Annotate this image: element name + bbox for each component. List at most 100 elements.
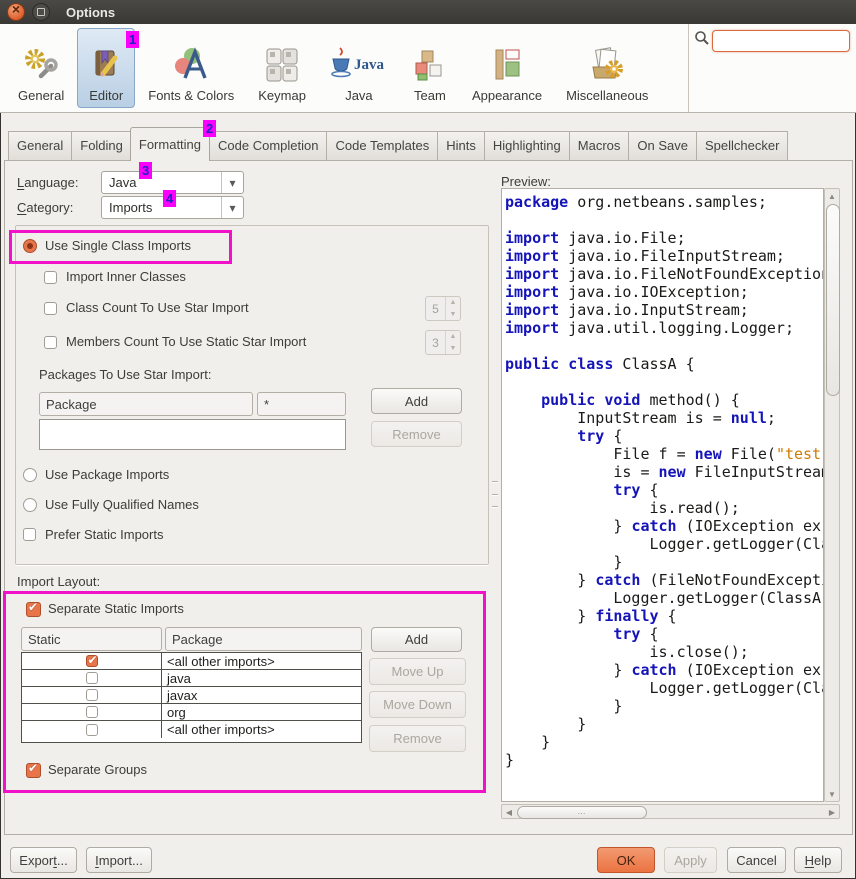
svg-text:Java: Java [354, 57, 385, 73]
table-row[interactable]: <all other imports> [22, 721, 361, 738]
tab-spellchecker[interactable]: Spellchecker [696, 131, 788, 161]
use-single-class-imports-radio[interactable] [23, 239, 37, 253]
remove-button[interactable]: Remove [369, 725, 466, 752]
move-up-button[interactable]: Move Up [369, 658, 466, 685]
scroll-down-icon[interactable]: ▼ [825, 787, 839, 801]
window-close-icon[interactable] [7, 3, 25, 21]
static-checkbox[interactable] [86, 724, 98, 736]
tab-on-save[interactable]: On Save [628, 131, 696, 161]
toolbar-item-fonts-colors[interactable]: Fonts & Colors [137, 28, 245, 108]
code-line: } finally { [505, 607, 823, 625]
search-input[interactable] [712, 30, 850, 52]
table-row[interactable]: java [22, 670, 361, 687]
chevron-down-icon[interactable] [221, 172, 243, 193]
formatting-panel: Language: Java Category: Imports Use Sin… [4, 160, 853, 835]
move-down-button[interactable]: Move Down [369, 691, 466, 718]
members-count-label: Members Count To Use Static Star Import [66, 334, 306, 349]
use-package-imports-radio[interactable] [23, 468, 37, 482]
toolbar-item-general[interactable]: General [7, 28, 75, 108]
prefer-static-imports-label: Prefer Static Imports [45, 527, 163, 542]
horizontal-scrollbar-thumb[interactable]: ⋯ [517, 806, 647, 819]
static-checkbox[interactable] [86, 655, 98, 667]
tab-highlighting[interactable]: Highlighting [484, 131, 569, 161]
appearance-layout-icon [489, 45, 525, 85]
import-inner-classes-checkbox[interactable] [44, 271, 57, 284]
scroll-right-icon[interactable]: ▶ [825, 805, 839, 819]
tab-code-completion[interactable]: Code Completion [209, 131, 326, 161]
package-cell: org [163, 704, 361, 720]
packages-add-button[interactable]: Add [371, 388, 462, 414]
code-line: import java.io.FileNotFoundException; [505, 265, 823, 283]
package-column-header[interactable]: Package [39, 392, 253, 416]
scroll-up-icon[interactable]: ▲ [825, 189, 839, 203]
scroll-left-icon[interactable]: ◀ [502, 805, 516, 819]
toolbar-item-appearance[interactable]: Appearance [461, 28, 553, 108]
cancel-button[interactable]: Cancel [727, 847, 786, 873]
tab-hints[interactable]: Hints [437, 131, 484, 161]
toolbar-item-java[interactable]: JavaJava [319, 28, 399, 108]
static-checkbox[interactable] [86, 672, 98, 684]
code-line: import java.io.File; [505, 229, 823, 247]
tab-row: GeneralFoldingFormattingCode CompletionC… [8, 127, 788, 161]
static-checkbox[interactable] [86, 706, 98, 718]
export-button[interactable]: Export... [10, 847, 77, 873]
vertical-scrollbar-thumb[interactable] [826, 204, 840, 396]
ok-button[interactable]: OK [597, 847, 655, 873]
preview-code-editor[interactable]: package org.netbeans.samples;import java… [501, 188, 824, 802]
toolbar-item-label: General [18, 88, 64, 103]
class-count-checkbox[interactable] [44, 302, 57, 315]
packages-list[interactable] [39, 419, 346, 450]
chevron-down-icon[interactable] [221, 197, 243, 218]
spinner-up-icon[interactable]: ▲ [446, 297, 460, 309]
code-line [505, 211, 823, 229]
code-line: import java.io.InputStream; [505, 301, 823, 319]
tab-formatting[interactable]: Formatting [130, 127, 210, 161]
package-column-header[interactable]: Package [165, 627, 362, 651]
toolbar-item-miscellaneous[interactable]: Miscellaneous [555, 28, 659, 108]
table-row[interactable]: javax [22, 687, 361, 704]
window-restore-icon[interactable] [32, 3, 50, 21]
tab-code-templates[interactable]: Code Templates [326, 131, 437, 161]
annotation-badge-3: 3 [139, 162, 152, 179]
table-row[interactable]: org [22, 704, 361, 721]
static-cell [22, 721, 162, 738]
splitter-handle[interactable] [492, 481, 498, 507]
import-layout-label: Import Layout: [17, 574, 100, 589]
table-row[interactable]: <all other imports> [22, 653, 361, 670]
static-column-header[interactable]: Static [21, 627, 162, 651]
tab-folding[interactable]: Folding [71, 131, 131, 161]
code-line: InputStream is = null; [505, 409, 823, 427]
use-fully-qualified-names-radio[interactable] [23, 498, 37, 512]
toolbar-item-keymap[interactable]: Keymap [247, 28, 317, 108]
tab-macros[interactable]: Macros [569, 131, 629, 161]
apply-button[interactable]: Apply [664, 847, 717, 873]
search-icon [694, 30, 710, 46]
import-button[interactable]: Import... [86, 847, 152, 873]
static-checkbox[interactable] [86, 689, 98, 701]
star-column-header[interactable]: * [257, 392, 346, 416]
java-cup-icon: Java [330, 45, 388, 85]
separate-static-imports-checkbox[interactable] [26, 602, 41, 617]
toolbar-item-label: Keymap [258, 88, 306, 103]
static-cell [22, 704, 162, 720]
class-count-spinner[interactable]: 5 ▲▼ [425, 296, 461, 321]
prefer-static-imports-checkbox[interactable] [23, 528, 36, 541]
spinner-down-icon[interactable]: ▼ [446, 343, 460, 355]
add-button[interactable]: Add [371, 627, 462, 652]
preview-horizontal-scrollbar[interactable]: ◀ ⋯ ▶ [501, 804, 840, 819]
code-line: public void method() { [505, 391, 823, 409]
tab-general[interactable]: General [8, 131, 71, 161]
separate-groups-checkbox[interactable] [26, 763, 41, 778]
packages-remove-button[interactable]: Remove [371, 421, 462, 447]
toolbar-item-team[interactable]: Team [401, 28, 459, 108]
help-button[interactable]: Help [794, 847, 842, 873]
members-count-checkbox[interactable] [44, 336, 57, 349]
preview-vertical-scrollbar[interactable]: ▲ ▼ [824, 188, 840, 802]
spinner-up-icon[interactable]: ▲ [446, 331, 460, 343]
options-dialog: Options GeneralEditorFonts & ColorsKeyma… [0, 0, 856, 879]
code-line: } [505, 751, 823, 769]
spinner-down-icon[interactable]: ▼ [446, 309, 460, 321]
keymap-keyboard-icon [262, 45, 302, 85]
members-count-spinner[interactable]: 3 ▲▼ [425, 330, 461, 355]
packages-star-label: Packages To Use Star Import: [39, 367, 211, 382]
